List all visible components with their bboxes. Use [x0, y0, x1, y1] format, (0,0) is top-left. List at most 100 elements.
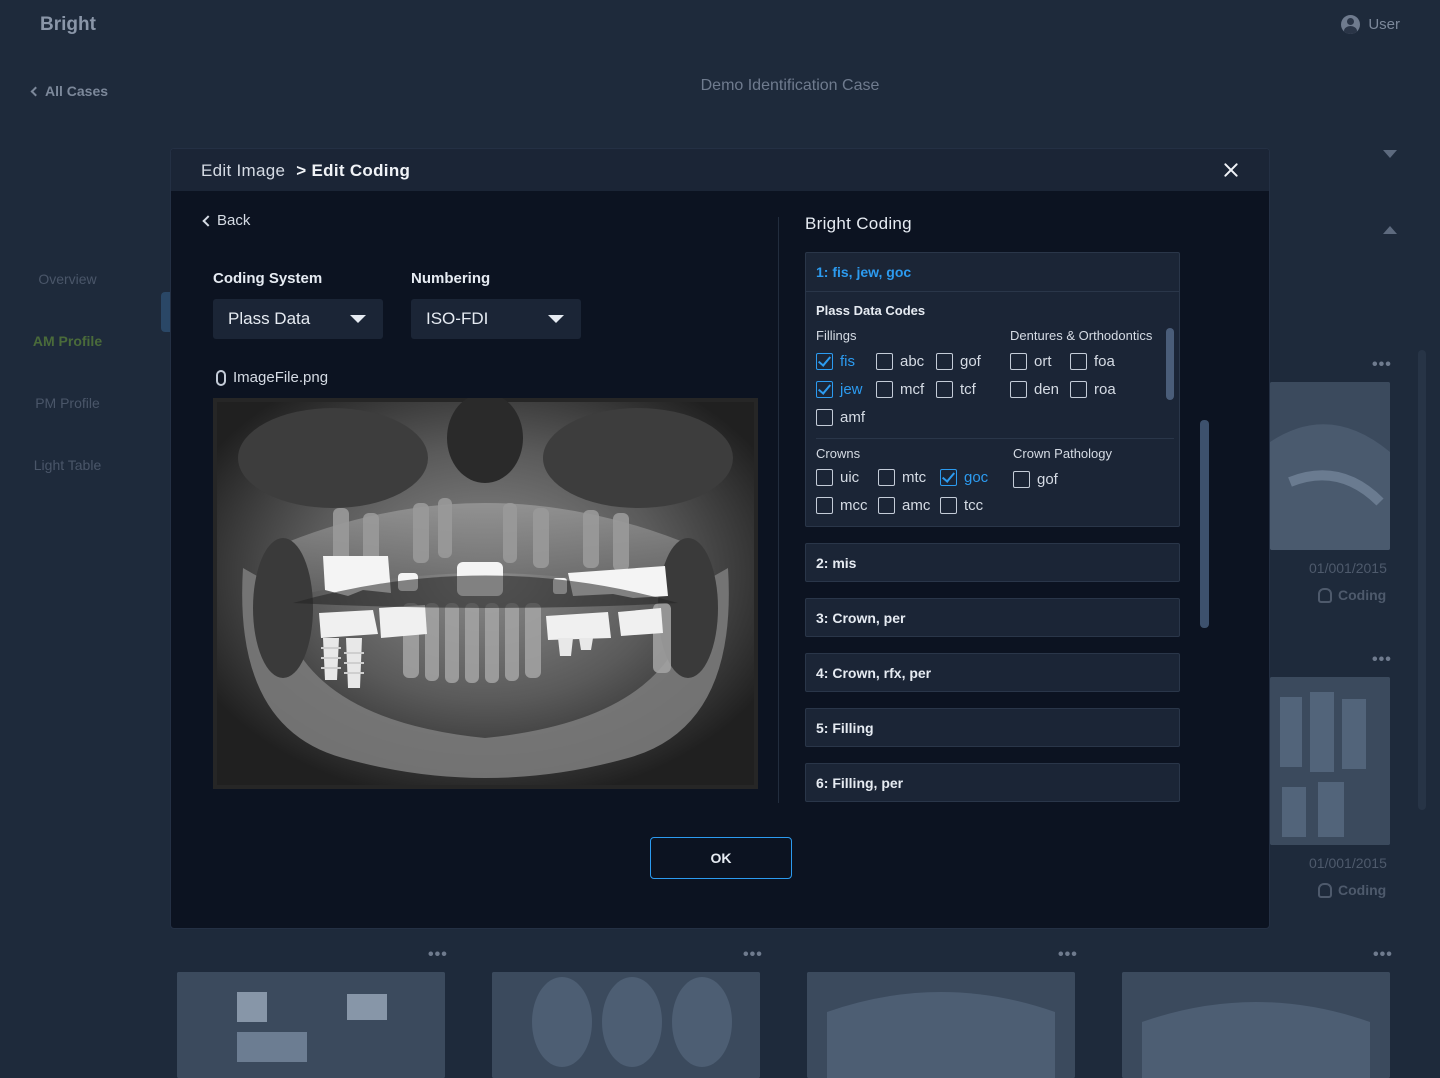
- checkbox-jew[interactable]: jew: [816, 381, 863, 398]
- code-label: amc: [902, 497, 931, 514]
- crown-pathology-title: Crown Pathology: [1013, 446, 1112, 461]
- coding-item-3[interactable]: 3: Crown, per: [805, 598, 1180, 637]
- card-menu-icon[interactable]: •••: [1372, 651, 1392, 669]
- code-label: ort: [1034, 353, 1052, 370]
- user-menu[interactable]: User: [1341, 15, 1400, 34]
- code-label: mtc: [902, 469, 927, 486]
- back-button[interactable]: Back: [201, 212, 250, 229]
- checkbox-icon: [940, 497, 957, 514]
- checkbox-amf[interactable]: amf: [816, 409, 865, 426]
- checkbox-checked-icon: [816, 381, 833, 398]
- code-label: tcc: [964, 497, 984, 514]
- caret-down-icon: [548, 315, 564, 323]
- checkbox-gof[interactable]: gof: [936, 353, 981, 370]
- coding-item-1-header[interactable]: 1: fis, jew, goc: [806, 253, 1179, 292]
- page-scrollbar[interactable]: [1418, 350, 1426, 810]
- code-label: jew: [840, 381, 863, 398]
- breadcrumb-edit-coding: > Edit Coding: [296, 161, 411, 180]
- card-thumbnail[interactable]: [1270, 382, 1390, 550]
- numbering-value: ISO-FDI: [426, 309, 489, 328]
- checkbox-icon: [878, 497, 895, 514]
- checkbox-icon: [816, 409, 833, 426]
- checkbox-checked-icon: [816, 353, 833, 370]
- collapse-down-icon[interactable]: [1383, 150, 1397, 158]
- checkbox-mcf[interactable]: mcf: [876, 381, 924, 398]
- checkbox-icon: [816, 497, 833, 514]
- coding-item-4[interactable]: 4: Crown, rfx, per: [805, 653, 1180, 692]
- code-label: gof: [1037, 471, 1058, 488]
- checkbox-roa[interactable]: roa: [1070, 381, 1116, 398]
- card-menu-icon[interactable]: •••: [428, 946, 448, 964]
- coding-item-6[interactable]: 6: Filling, per: [805, 763, 1180, 802]
- code-label: goc: [964, 469, 989, 486]
- card-menu-icon[interactable]: •••: [743, 946, 763, 964]
- checkbox-mtc[interactable]: mtc: [878, 469, 926, 486]
- code-label: abc: [900, 353, 925, 370]
- checkbox-mcc[interactable]: mcc: [816, 497, 868, 514]
- checkbox-icon: [936, 381, 953, 398]
- plass-codes-title: Plass Data Codes: [816, 303, 926, 318]
- card-thumbnail[interactable]: [177, 972, 445, 1078]
- coding-item-5[interactable]: 5: Filling: [805, 708, 1180, 747]
- card-coding-link[interactable]: Coding: [1318, 882, 1386, 898]
- checkbox-abc[interactable]: abc: [876, 353, 924, 370]
- back-label: Back: [217, 212, 251, 229]
- numbering-label: Numbering: [411, 270, 491, 287]
- card-menu-icon[interactable]: •••: [1058, 946, 1078, 964]
- checkbox-goc[interactable]: goc: [940, 469, 988, 486]
- checkbox-tcf[interactable]: tcf: [936, 381, 976, 398]
- ok-button[interactable]: OK: [650, 837, 792, 879]
- checkbox-icon: [1070, 381, 1087, 398]
- card-date: 01/001/2015: [1309, 855, 1387, 871]
- file-name-label: ImageFile.png: [233, 369, 329, 386]
- close-icon[interactable]: [1221, 160, 1241, 180]
- numbering-select[interactable]: ISO-FDI: [411, 299, 581, 339]
- collapse-up-icon[interactable]: [1383, 226, 1397, 234]
- coding-item-2[interactable]: 2: mis: [805, 543, 1180, 582]
- code-label: fis: [840, 353, 855, 370]
- group-divider: [816, 438, 1174, 439]
- card-thumbnail[interactable]: [492, 972, 760, 1078]
- card-thumbnail[interactable]: [807, 972, 1075, 1078]
- coding-system-select[interactable]: Plass Data: [213, 299, 383, 339]
- column-divider: [778, 217, 779, 803]
- code-label: uic: [840, 469, 860, 486]
- bright-coding-title: Bright Coding: [805, 214, 912, 233]
- breadcrumb: Edit Image > Edit Coding: [201, 161, 410, 181]
- checkbox-amc[interactable]: amc: [878, 497, 930, 514]
- case-title: Demo Identification Case: [700, 77, 880, 94]
- code-label: mcc: [840, 497, 868, 514]
- codes-scrollbar[interactable]: [1166, 328, 1174, 400]
- code-label: roa: [1094, 381, 1116, 398]
- card-coding-link[interactable]: Coding: [1318, 587, 1386, 603]
- chevron-left-icon: [202, 214, 214, 227]
- dentures-title: Dentures & Orthodontics: [1010, 328, 1153, 343]
- checkbox-uic[interactable]: uic: [816, 469, 859, 486]
- card-thumbnail[interactable]: [1122, 972, 1390, 1078]
- checkbox-foa[interactable]: foa: [1070, 353, 1115, 370]
- tooth-icon: [1318, 882, 1332, 898]
- checkbox-pathology-gof[interactable]: gof: [1013, 471, 1058, 488]
- card-date: 01/001/2015: [1309, 560, 1387, 576]
- checkbox-fis[interactable]: fis: [816, 353, 855, 370]
- coding-list-scrollbar[interactable]: [1200, 420, 1209, 628]
- card-thumbnail[interactable]: [1270, 677, 1390, 845]
- top-bar: Bright User: [0, 0, 1440, 50]
- code-label: foa: [1094, 353, 1115, 370]
- checkbox-tcc[interactable]: tcc: [940, 497, 983, 514]
- breadcrumb-edit-image[interactable]: Edit Image: [201, 161, 285, 181]
- checkbox-ort[interactable]: ort: [1010, 353, 1052, 370]
- checkbox-den[interactable]: den: [1010, 381, 1059, 398]
- card-menu-icon[interactable]: •••: [1373, 946, 1393, 964]
- edit-coding-modal: Edit Image > Edit Coding Back Coding Sys…: [170, 148, 1270, 929]
- sidebar-item-light-table[interactable]: Light Table: [0, 457, 135, 473]
- checkbox-icon: [1010, 353, 1027, 370]
- sidebar-item-am-profile[interactable]: AM Profile: [0, 333, 135, 349]
- tooth-icon: [1318, 587, 1332, 603]
- card-menu-icon[interactable]: •••: [1372, 356, 1392, 374]
- sidebar-item-pm-profile[interactable]: PM Profile: [0, 395, 135, 411]
- code-label: tcf: [960, 381, 976, 398]
- sidebar-item-overview[interactable]: Overview: [0, 271, 135, 287]
- attached-file: ImageFile.png: [216, 369, 328, 386]
- coding-system-value: Plass Data: [228, 309, 311, 328]
